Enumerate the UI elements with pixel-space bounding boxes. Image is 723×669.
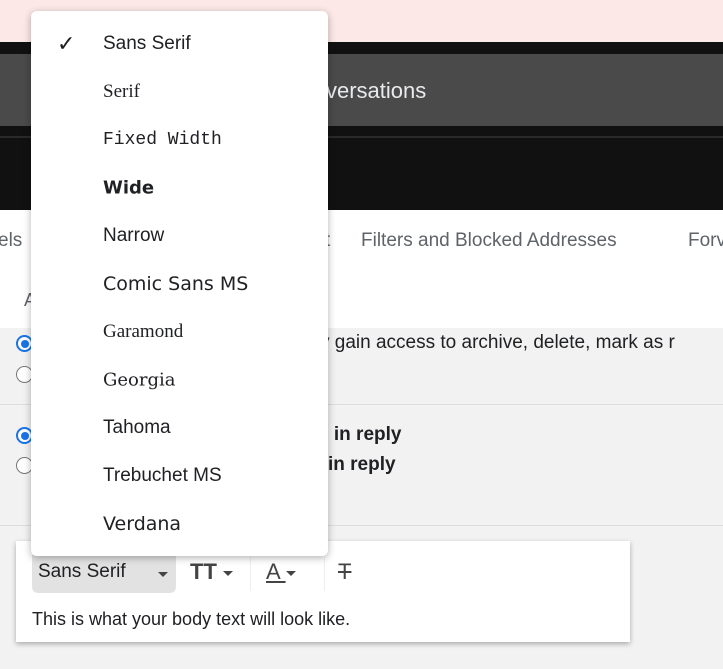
chevron-down-icon: [158, 572, 168, 577]
font-select-value: Sans Serif: [38, 561, 126, 582]
check-icon: ✓: [57, 31, 76, 56]
menu-item-georgia[interactable]: Georgia: [31, 356, 328, 404]
menu-item-serif[interactable]: Serif: [31, 68, 328, 116]
font-select[interactable]: Sans Serif: [32, 555, 176, 593]
default-text-style-editor: Sans Serif TT A T This is what your body…: [16, 541, 630, 642]
option-text: y gain access to archive, delete, mark a…: [320, 332, 675, 353]
menu-item-tahoma[interactable]: Tahoma: [31, 404, 328, 452]
menu-item-fixed-width[interactable]: Fixed Width: [31, 116, 328, 164]
menu-item-verdana[interactable]: Verdana: [31, 500, 328, 548]
search-text: versations: [326, 78, 427, 103]
menu-item-trebuchet[interactable]: Trebuchet MS: [31, 452, 328, 500]
menu-item-comic-sans[interactable]: Comic Sans MS: [31, 260, 328, 308]
divider: [250, 557, 251, 591]
menu-item-narrow[interactable]: Narrow: [31, 212, 328, 260]
option-text: n in reply: [317, 424, 402, 445]
divider: [324, 557, 325, 591]
remove-formatting-icon[interactable]: T: [338, 559, 351, 585]
menu-item-garamond[interactable]: Garamond: [31, 308, 328, 356]
option-text: in reply: [328, 454, 396, 475]
body-text-preview: This is what your body text will look li…: [32, 609, 351, 629]
tab-forwarding[interactable]: Forv: [688, 230, 723, 252]
text-size-icon[interactable]: TT: [190, 559, 233, 585]
menu-item-wide[interactable]: Wide: [31, 164, 328, 212]
text-color-icon[interactable]: A: [266, 559, 296, 585]
tab-filters[interactable]: Filters and Blocked Addresses: [361, 230, 617, 252]
tab-labels[interactable]: els: [0, 230, 22, 252]
font-dropdown-menu: ✓ Sans Serif Serif Fixed Width Wide Narro…: [31, 11, 328, 556]
menu-item-sans-serif[interactable]: ✓ Sans Serif: [31, 20, 328, 68]
